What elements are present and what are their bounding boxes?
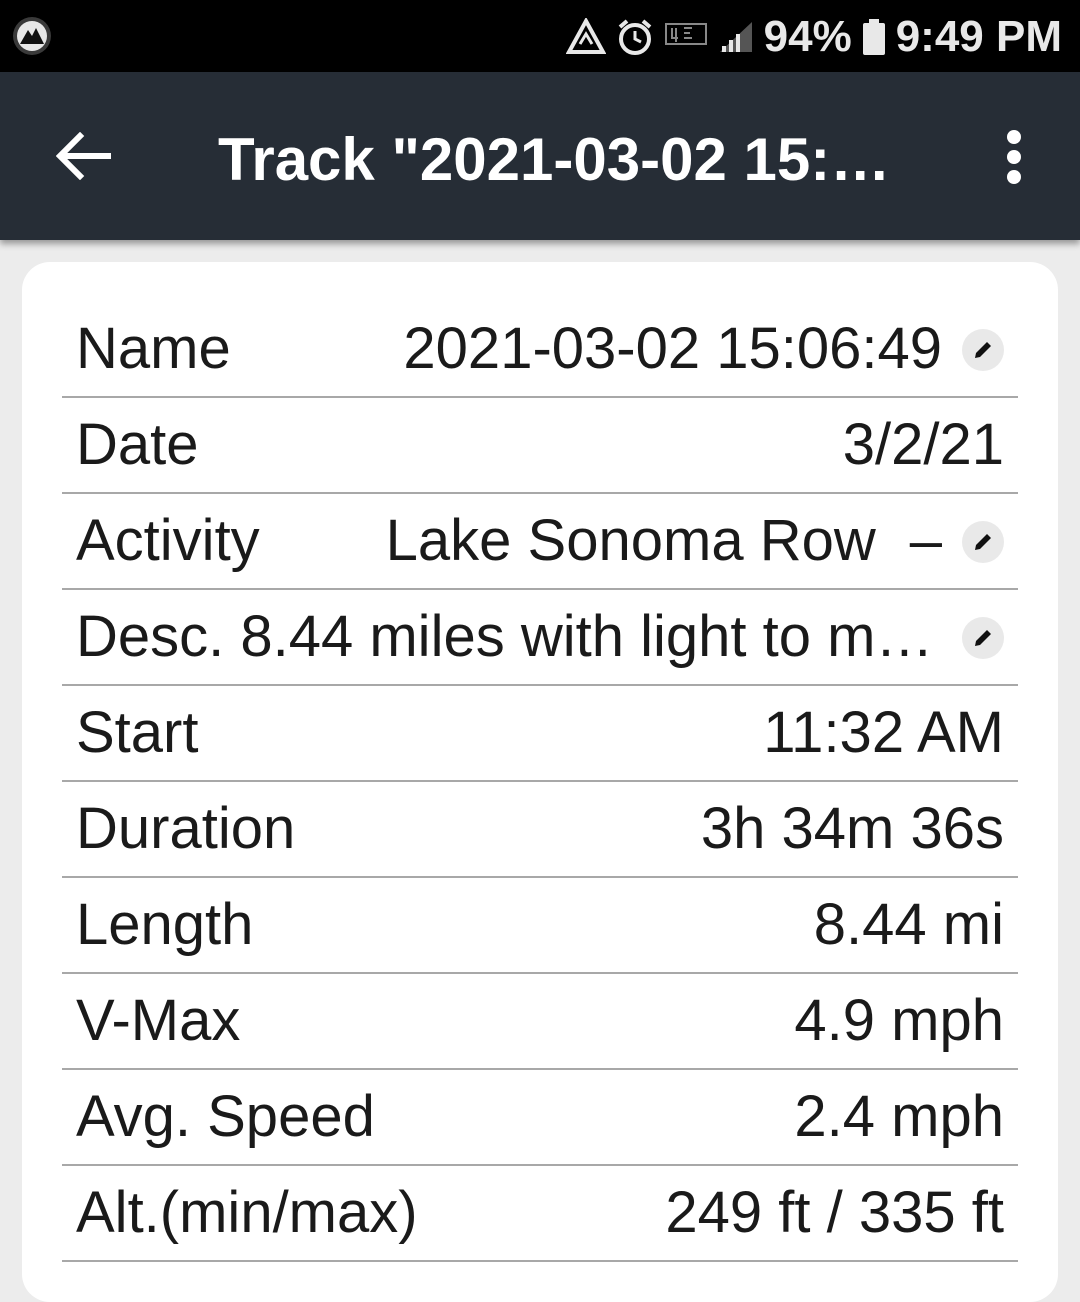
activity-value: Lake Sonoma Row bbox=[385, 508, 876, 573]
detail-row-vmax: V-Max 4.9 mph bbox=[62, 974, 1018, 1070]
avg-speed-value: 2.4 mph bbox=[794, 1084, 1004, 1149]
activity-dropdown-dash: – bbox=[909, 508, 942, 573]
track-details-card: Name 2021-03-02 15:06:49 Date 3/2/21 Act… bbox=[22, 262, 1058, 1302]
detail-row-name: Name 2021-03-02 15:06:49 bbox=[62, 302, 1018, 398]
activity-label: Activity bbox=[76, 508, 260, 573]
vmax-value: 4.9 mph bbox=[794, 988, 1004, 1053]
altitude-label: Alt.(min/max) bbox=[76, 1180, 418, 1245]
more-vert-icon bbox=[1007, 130, 1021, 184]
app-bar: Track "2021-03-02 15:06:49" bbox=[0, 72, 1080, 240]
name-label: Name bbox=[76, 316, 231, 381]
description-text: Desc. 8.44 miles with light to moderate … bbox=[76, 604, 942, 669]
app-notification-icon bbox=[12, 16, 52, 56]
altitude-value: 249 ft / 335 ft bbox=[665, 1180, 1004, 1245]
recycle-alert-icon bbox=[565, 18, 606, 56]
details-list: Name 2021-03-02 15:06:49 Date 3/2/21 Act… bbox=[62, 302, 1018, 1262]
battery-percent: 94% bbox=[763, 12, 852, 61]
battery-icon bbox=[862, 18, 886, 56]
edit-activity-button[interactable] bbox=[962, 521, 1004, 563]
duration-label: Duration bbox=[76, 796, 296, 861]
edit-name-button[interactable] bbox=[962, 329, 1004, 371]
pencil-icon bbox=[975, 534, 991, 550]
back-arrow-icon bbox=[56, 132, 111, 180]
duration-value: 3h 34m 36s bbox=[700, 796, 1004, 861]
detail-row-activity: Activity Lake Sonoma Row – bbox=[62, 494, 1018, 590]
signal-icon bbox=[718, 20, 754, 54]
detail-row-start: Start 11:32 AM bbox=[62, 686, 1018, 782]
start-value: 11:32 AM bbox=[763, 700, 1004, 765]
more-options-button[interactable] bbox=[984, 124, 1044, 190]
detail-row-date: Date 3/2/21 bbox=[62, 398, 1018, 494]
detail-row-description: Desc. 8.44 miles with light to moderate … bbox=[62, 590, 1018, 686]
alarm-icon bbox=[616, 18, 654, 56]
edit-description-button[interactable] bbox=[962, 617, 1004, 659]
detail-row-duration: Duration 3h 34m 36s bbox=[62, 782, 1018, 878]
4g-lte-icon bbox=[664, 20, 708, 54]
name-value: 2021-03-02 15:06:49 bbox=[403, 316, 942, 381]
status-bar: 94% 9:49 PM bbox=[0, 0, 1080, 72]
length-label: Length bbox=[76, 892, 254, 957]
date-value: 3/2/21 bbox=[842, 412, 1004, 477]
pencil-icon bbox=[975, 342, 991, 358]
status-icons: 94% 9:49 PM bbox=[565, 10, 1062, 64]
detail-row-avg-speed: Avg. Speed 2.4 mph bbox=[62, 1070, 1018, 1166]
back-button[interactable] bbox=[44, 116, 124, 196]
clock: 9:49 PM bbox=[895, 12, 1062, 61]
detail-row-length: Length 8.44 mi bbox=[62, 878, 1018, 974]
detail-row-altitude: Alt.(min/max) 249 ft / 335 ft bbox=[62, 1166, 1018, 1262]
start-label: Start bbox=[76, 700, 199, 765]
avg-speed-label: Avg. Speed bbox=[76, 1084, 375, 1149]
page-title: Track "2021-03-02 15:06:49" bbox=[218, 126, 918, 193]
pencil-icon bbox=[975, 630, 991, 646]
activity-value-group[interactable]: Lake Sonoma Row – bbox=[386, 494, 942, 588]
length-value: 8.44 mi bbox=[813, 892, 1004, 957]
vmax-label: V-Max bbox=[76, 988, 241, 1053]
date-label: Date bbox=[76, 412, 199, 477]
